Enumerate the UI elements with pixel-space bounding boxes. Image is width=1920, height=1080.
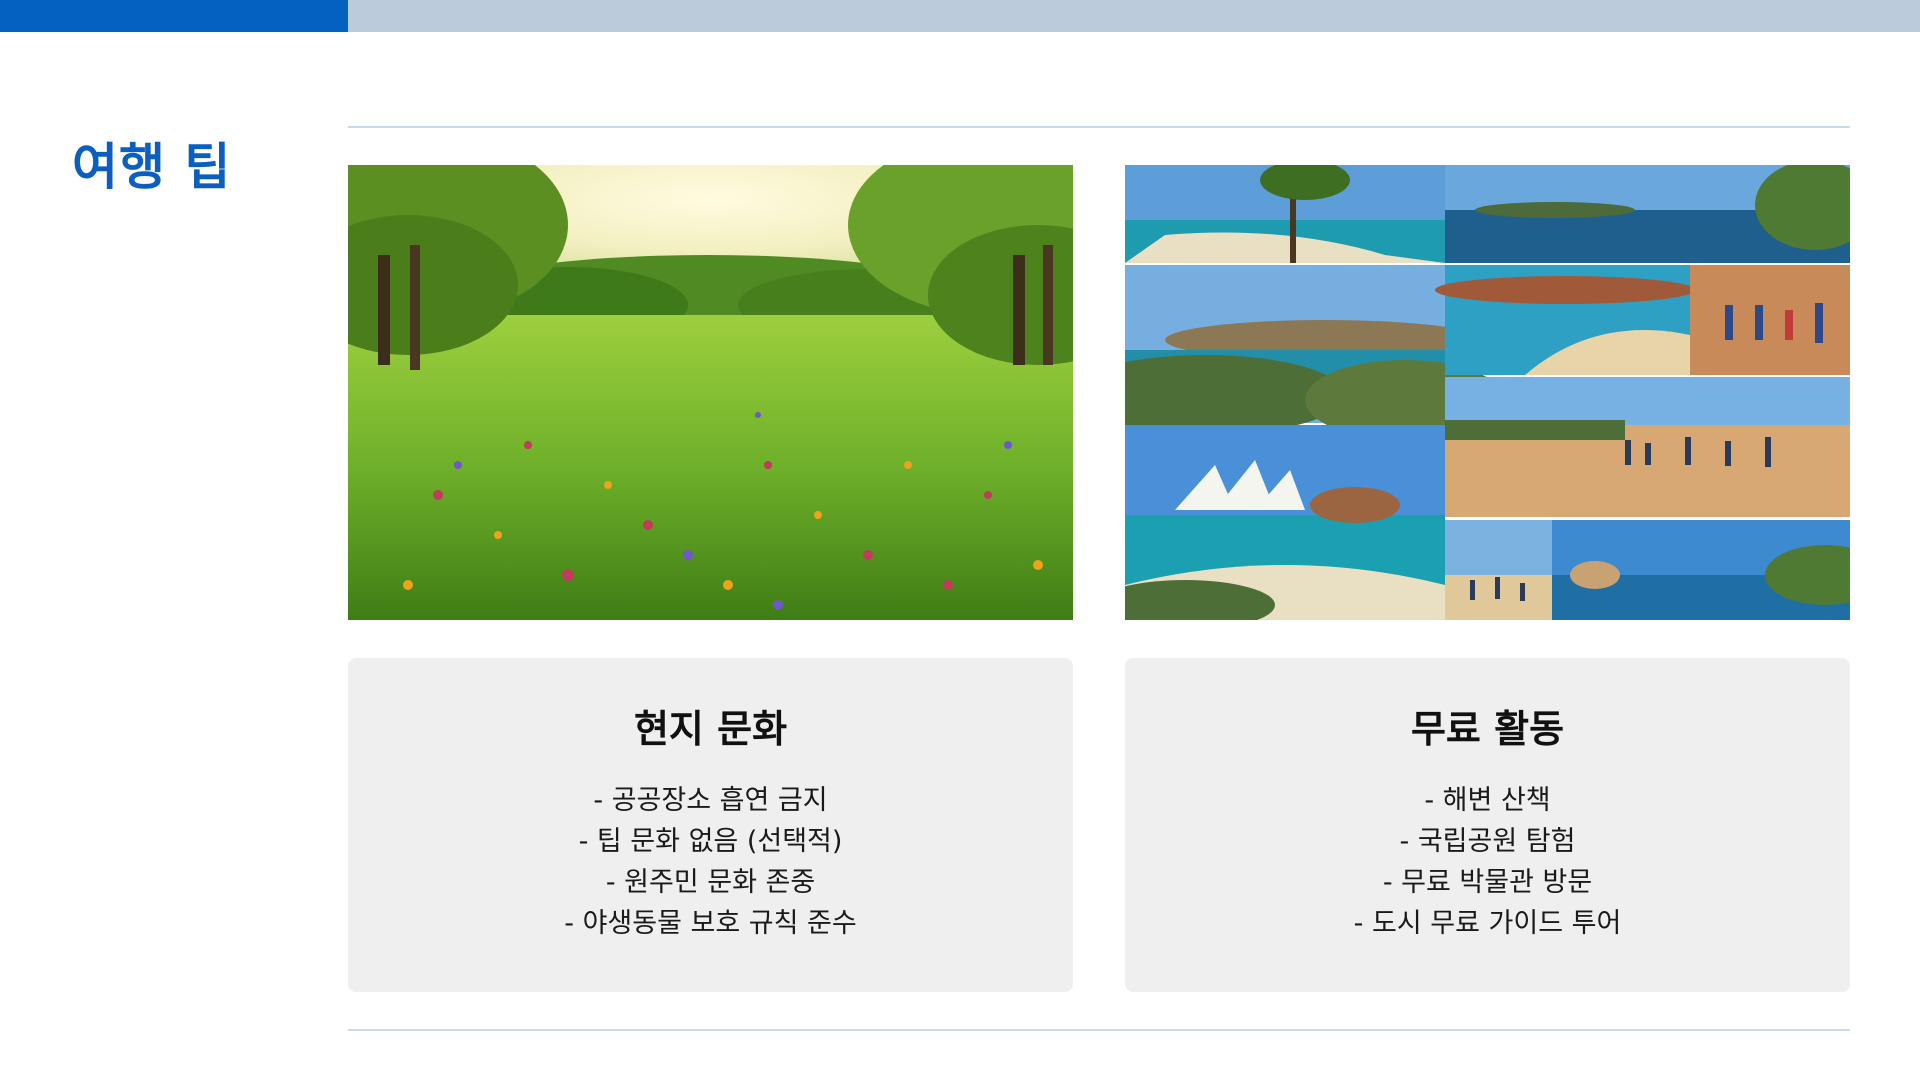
coast-collage-image bbox=[1125, 165, 1850, 620]
card-title: 현지 문화 bbox=[633, 707, 788, 751]
page-title: 여행 팁 bbox=[72, 138, 232, 196]
card-title: 무료 활동 bbox=[1410, 707, 1565, 751]
list-item: - 원주민 문화 존중 bbox=[605, 867, 816, 898]
list-item: - 무료 박물관 방문 bbox=[1382, 867, 1593, 898]
list-item: - 국립공원 탐험 bbox=[1399, 826, 1576, 857]
list-item: - 도시 무료 가이드 투어 bbox=[1353, 908, 1622, 939]
list-item: - 공공장소 흡연 금지 bbox=[593, 785, 828, 816]
meadow-image bbox=[348, 165, 1073, 620]
list-item: - 야생동물 보호 규칙 준수 bbox=[564, 908, 857, 939]
free-activities-card: 무료 활동 - 해변 산책 - 국립공원 탐험 - 무료 박물관 방문 - 도시… bbox=[1125, 658, 1850, 992]
top-bar bbox=[0, 0, 1920, 32]
list-item: - 해변 산책 bbox=[1424, 785, 1551, 816]
local-culture-card: 현지 문화 - 공공장소 흡연 금지 - 팁 문화 없음 (선택적) - 원주민… bbox=[348, 658, 1073, 992]
card-list: - 해변 산책 - 국립공원 탐험 - 무료 박물관 방문 - 도시 무료 가이… bbox=[1125, 780, 1850, 944]
top-bar-accent bbox=[0, 0, 348, 32]
top-divider bbox=[348, 126, 1850, 128]
card-list: - 공공장소 흡연 금지 - 팁 문화 없음 (선택적) - 원주민 문화 존중… bbox=[348, 780, 1073, 944]
list-item: - 팁 문화 없음 (선택적) bbox=[578, 826, 843, 857]
bottom-divider bbox=[348, 1029, 1850, 1031]
